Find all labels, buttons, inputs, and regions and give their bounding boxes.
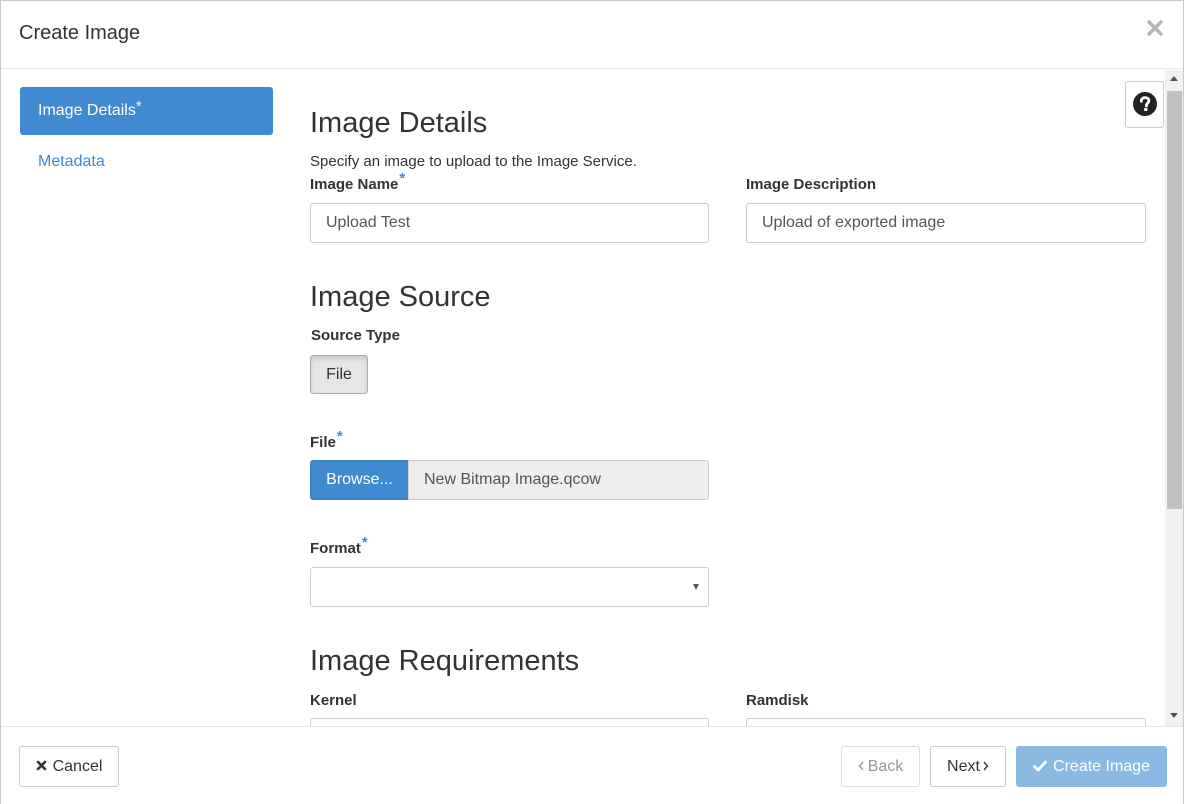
file-label-text: File	[310, 434, 336, 451]
create-image-button-label: Create Image	[1053, 758, 1150, 775]
dialog-title: Create Image	[19, 22, 141, 44]
close-icon	[36, 760, 46, 771]
chevron-right-icon	[983, 761, 989, 771]
file-name-field: New Bitmap Image.qcow	[408, 460, 709, 500]
scroll-up-arrow-icon[interactable]	[1170, 76, 1178, 81]
create-image-button[interactable]: Create Image	[1016, 746, 1167, 787]
sidebar-item-text: Image Details	[38, 102, 136, 119]
required-star: *	[336, 428, 343, 445]
required-star: *	[135, 98, 142, 115]
required-star: *	[399, 170, 406, 187]
sidebar-item-label: Image Details *	[38, 98, 142, 120]
back-button-label: Back	[867, 758, 904, 775]
check-icon	[1033, 760, 1047, 772]
kernel-label: Kernel	[310, 692, 357, 709]
file-label: File*	[310, 428, 343, 451]
ramdisk-label: Ramdisk	[746, 692, 809, 709]
scrollbar-thumb[interactable]	[1167, 91, 1182, 509]
next-button-label: Next	[947, 758, 980, 775]
next-button[interactable]: Next	[930, 746, 1006, 787]
section-title-image-requirements: Image Requirements	[310, 645, 580, 677]
section-title-image-details: Image Details	[310, 107, 488, 139]
dialog-header: Create Image	[1, 1, 1183, 69]
dialog-footer: Cancel Back Next Create Image	[1, 726, 1183, 804]
section-title-image-source: Image Source	[310, 281, 491, 313]
cancel-button-label: Cancel	[52, 758, 103, 775]
sidebar-item-metadata[interactable]: Metadata	[38, 153, 105, 171]
source-type-file-button[interactable]: File	[310, 355, 368, 394]
source-type-label: Source Type	[311, 327, 400, 344]
image-description-label: Image Description	[746, 176, 877, 193]
scroll-down-arrow-icon[interactable]	[1170, 713, 1178, 718]
sidebar-item-image-details[interactable]: Image Details *	[20, 87, 273, 135]
image-name-label-text: Image Name	[310, 176, 399, 193]
browse-button[interactable]: Browse...	[310, 460, 409, 500]
help-text: Specify an image to upload to the Image …	[310, 153, 637, 170]
close-icon[interactable]	[1145, 17, 1165, 39]
format-label: Format*	[310, 534, 368, 557]
caret-down-icon	[693, 584, 699, 590]
chevron-left-icon	[858, 761, 864, 771]
help-button[interactable]	[1125, 81, 1164, 128]
back-button[interactable]: Back	[841, 746, 920, 787]
question-circle-icon	[1133, 92, 1157, 116]
format-label-text: Format	[310, 540, 361, 557]
create-image-dialog: Create Image Image Details * Metadata Ima…	[0, 0, 1184, 804]
image-name-input[interactable]	[310, 203, 709, 243]
cancel-button[interactable]: Cancel	[19, 746, 119, 787]
required-star: *	[361, 534, 368, 551]
format-select[interactable]	[310, 567, 709, 607]
image-description-input[interactable]	[746, 203, 1146, 243]
image-name-label: Image Name*	[310, 170, 405, 193]
